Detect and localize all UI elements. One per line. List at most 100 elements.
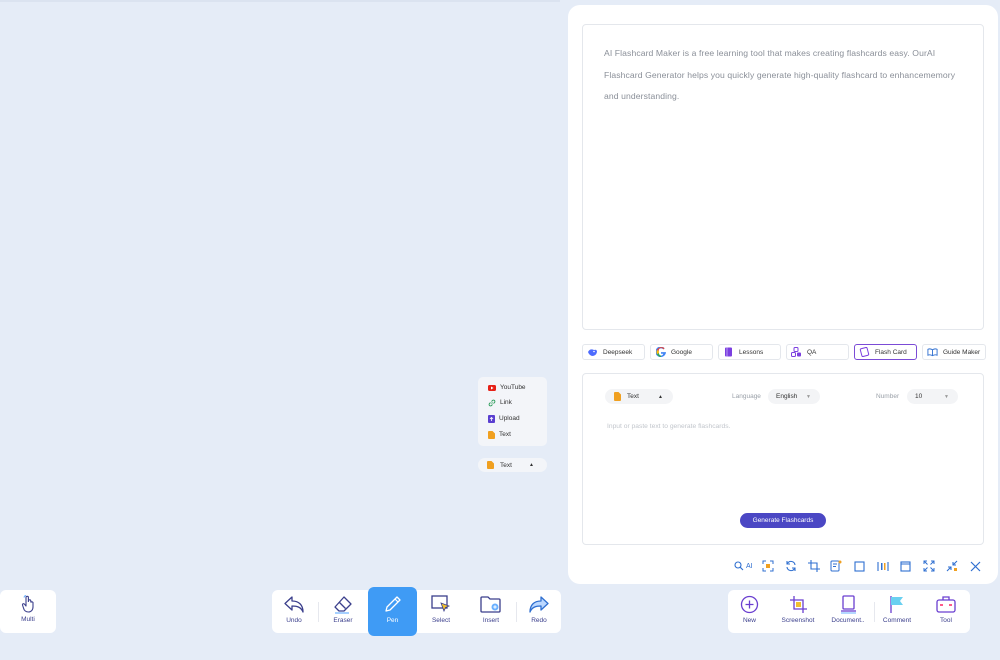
source-menu-text[interactable]: Text	[488, 429, 511, 440]
screenshot-label: Screenshot	[781, 617, 815, 624]
comment-button[interactable]: Comment	[876, 590, 918, 633]
multi-label: Multi	[21, 616, 35, 623]
source-menu-link[interactable]: Link	[488, 397, 512, 408]
insert-button[interactable]: Insert	[467, 590, 515, 633]
square-icon	[854, 560, 865, 572]
source-type-select[interactable]: Text ▲	[605, 389, 673, 404]
document-icon	[488, 430, 495, 439]
expand-icon	[923, 560, 935, 572]
window-button[interactable]	[900, 559, 911, 573]
document-button[interactable]: Document..	[824, 590, 872, 633]
undo-button[interactable]: Undo	[272, 590, 316, 633]
youtube-icon	[488, 384, 496, 391]
language-select[interactable]: English ▼	[768, 389, 820, 404]
refresh-icon	[786, 560, 796, 572]
source-select-value: Text	[500, 461, 512, 469]
refresh-button[interactable]	[785, 559, 797, 573]
generate-flashcards-button[interactable]: Generate Flashcards	[740, 513, 826, 528]
pen-button[interactable]: Pen	[368, 587, 417, 636]
number-value: 10	[915, 393, 923, 400]
tool-lessons[interactable]: Lessons	[718, 344, 781, 360]
flash-card-icon	[859, 347, 870, 358]
flashcard-panel: AI Flashcard Maker is a free learning to…	[568, 5, 998, 584]
number-select[interactable]: 10 ▼	[907, 389, 958, 404]
ai-label: AI	[746, 562, 753, 570]
source-menu-label: YouTube	[500, 384, 526, 391]
frame-button[interactable]	[854, 559, 865, 573]
tool-guide-maker[interactable]: Guide Maker	[922, 344, 986, 360]
select-label: Select	[431, 617, 451, 624]
tool-label: Google	[671, 348, 692, 356]
qa-icon	[791, 347, 802, 358]
tool-flash-card[interactable]: Flash Card	[854, 344, 917, 360]
flag-icon	[890, 596, 903, 613]
toolbox-icon	[936, 596, 956, 613]
description-box: AI Flashcard Maker is a free learning to…	[582, 24, 984, 330]
scan-button[interactable]	[762, 559, 774, 573]
tool-label: Flash Card	[875, 348, 907, 356]
source-menu-label: Upload	[499, 415, 520, 422]
comment-label: Comment	[882, 617, 912, 624]
input-area: Text ▲ Language English ▼ Number 10 ▼ In…	[582, 373, 984, 545]
select-button[interactable]: Select	[417, 590, 465, 633]
redo-button[interactable]: Redo	[517, 590, 561, 633]
open-book-icon	[927, 347, 938, 358]
ai-search-button[interactable]: AI	[734, 559, 753, 573]
source-type-value: Text	[627, 393, 639, 400]
minimize-button[interactable]	[946, 559, 958, 573]
source-select-mini[interactable]: Text ▲	[478, 458, 547, 472]
redo-icon	[529, 596, 549, 613]
source-menu-youtube[interactable]: YouTube	[488, 382, 526, 393]
search-icon	[734, 561, 744, 571]
tool-qa[interactable]: QA	[786, 344, 849, 360]
book-icon	[723, 347, 734, 358]
toolbar-divider	[874, 602, 875, 622]
eraser-icon	[334, 596, 352, 614]
pen-icon	[384, 596, 401, 612]
folder-add-icon	[480, 596, 501, 613]
language-label: Language	[732, 393, 761, 400]
tool-deepseek[interactable]: Deepseek	[582, 344, 645, 360]
toolbar-divider	[318, 602, 319, 622]
crop-icon	[808, 560, 820, 572]
eraser-button[interactable]: Eraser	[320, 590, 366, 633]
columns-button[interactable]	[877, 559, 889, 573]
redo-label: Redo	[531, 617, 547, 624]
tool-google[interactable]: Google	[650, 344, 713, 360]
tool-label: Deepseek	[603, 348, 633, 356]
number-label: Number	[876, 393, 900, 400]
document-icon	[487, 461, 494, 469]
close-icon	[970, 561, 981, 571]
multi-button[interactable]: Multi	[0, 590, 56, 633]
tool-label: QA	[807, 348, 817, 356]
caret-down-icon: ▼	[944, 393, 949, 400]
text-input-placeholder[interactable]: Input or paste text to generate flashcar…	[607, 423, 730, 430]
top-edge-strip	[0, 0, 560, 2]
language-value: English	[776, 393, 798, 400]
window-icon	[900, 560, 911, 572]
pen-label: Pen	[386, 617, 399, 624]
tool-label: Guide Maker	[943, 348, 981, 356]
insert-label: Insert	[482, 617, 500, 624]
expand-button[interactable]	[923, 559, 935, 573]
hand-pointer-icon	[21, 595, 34, 613]
screenshot-button[interactable]: Screenshot	[774, 590, 822, 633]
document-icon	[614, 392, 621, 401]
caret-up-icon: ▲	[529, 462, 534, 468]
source-menu-label: Link	[500, 399, 512, 406]
close-button[interactable]	[970, 559, 981, 573]
deepseek-icon	[587, 347, 598, 358]
tool-button[interactable]: Tool	[926, 590, 966, 633]
caret-up-icon: ▲	[658, 393, 663, 400]
tool-label: Lessons	[739, 348, 764, 356]
edit-document-button[interactable]	[830, 559, 842, 573]
crop-button[interactable]	[808, 559, 820, 573]
link-icon	[488, 399, 496, 406]
source-menu-upload[interactable]: Upload	[488, 413, 520, 424]
new-button[interactable]: New	[728, 590, 771, 633]
columns-icon	[877, 561, 889, 571]
caret-down-icon: ▼	[806, 393, 811, 400]
upload-icon	[488, 414, 495, 423]
source-menu-label: Text	[499, 431, 511, 438]
action-toolbar: New Screenshot Document.. Comment Tool	[728, 590, 970, 633]
